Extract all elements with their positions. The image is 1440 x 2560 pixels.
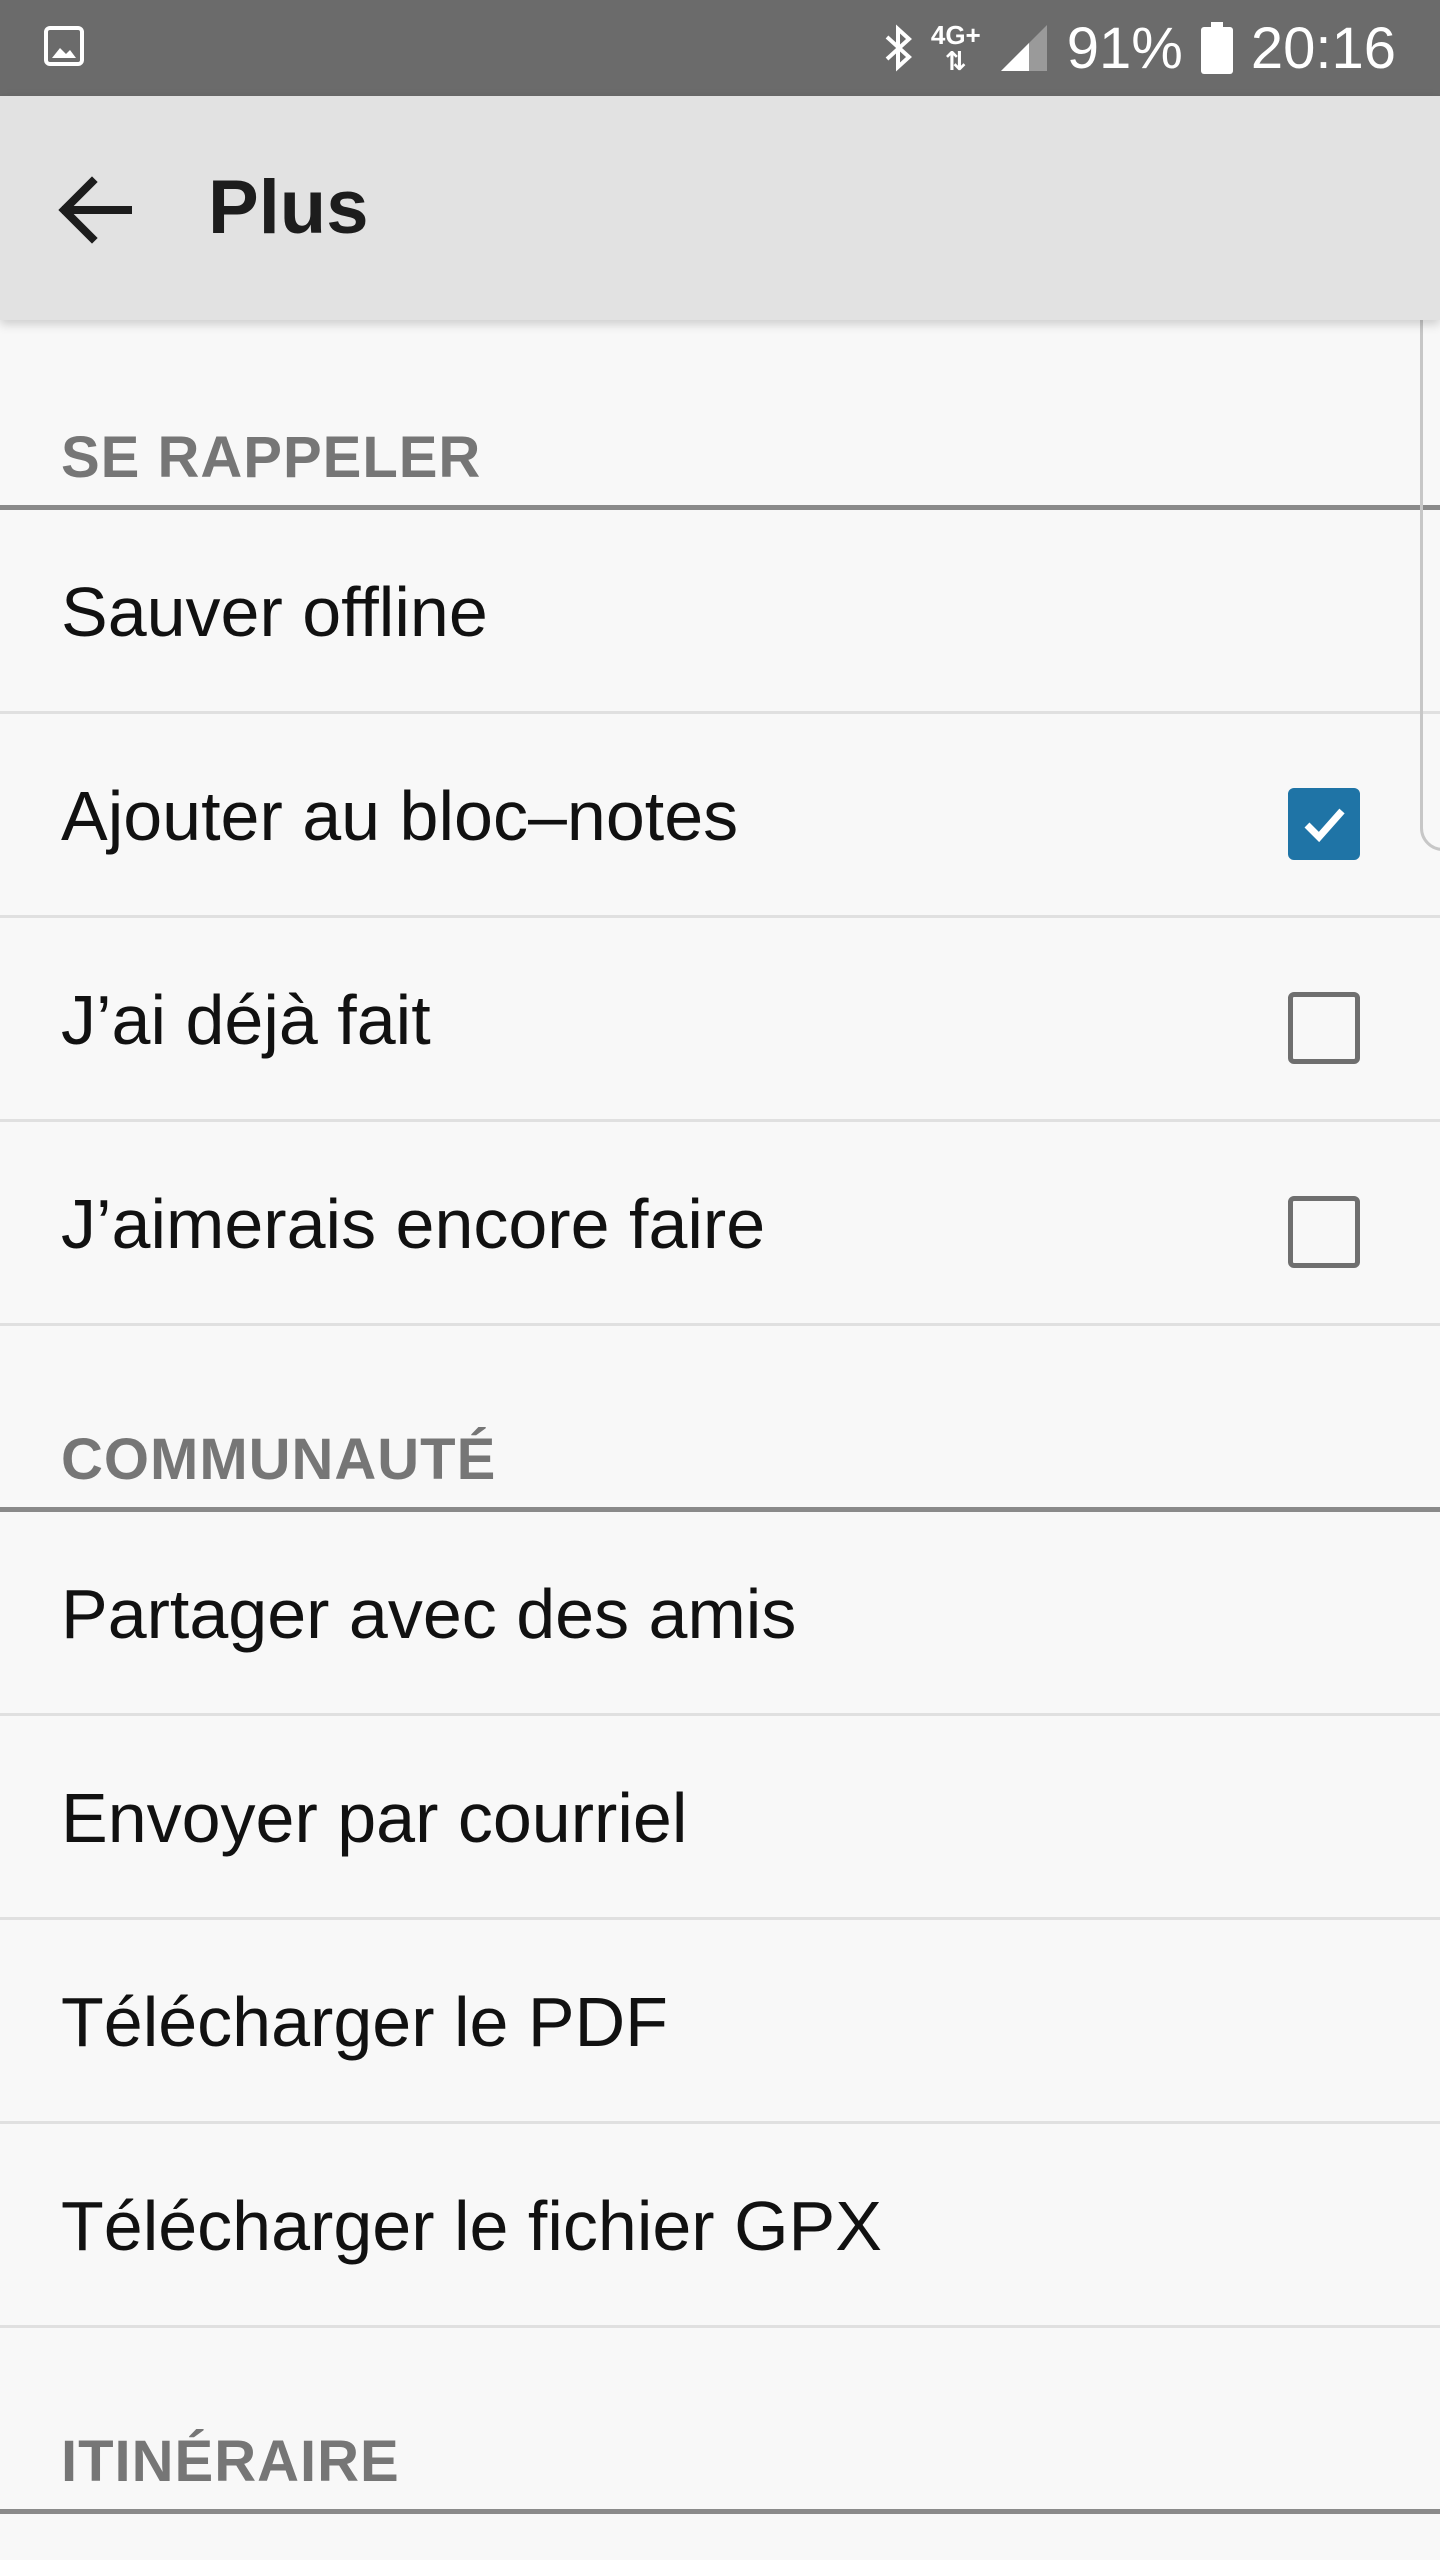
list-item-label: J’ai déjà fait [61,981,431,1059]
settings-list: SE RAPPELER Sauver offline Ajouter au bl… [0,320,1440,2514]
battery-icon [1200,22,1233,74]
edge-panel-handle[interactable] [1420,255,1440,851]
list-item-label: J’aimerais encore faire [61,1185,766,1263]
battery-percent: 91% [1066,15,1183,81]
page-title: Plus [208,165,369,250]
download-gpx-item[interactable]: Télécharger le fichier GPX [0,2124,1440,2328]
clock: 20:16 [1250,15,1396,81]
would-like-to-do-item[interactable]: J’aimerais encore faire [0,1122,1440,1326]
download-pdf-item[interactable]: Télécharger le PDF [0,1920,1440,2124]
signal-icon [1000,25,1047,71]
add-to-notepad-item[interactable]: Ajouter au bloc–notes [0,714,1440,918]
section-header-community: COMMUNAUTÉ [0,1326,1440,1512]
section-header-route: ITINÉRAIRE [0,2328,1440,2514]
status-bar: 4G+ ⇅ 91% 20:16 [0,0,1440,96]
list-item-label: Envoyer par courriel [61,1779,688,1857]
already-done-item[interactable]: J’ai déjà fait [0,918,1440,1122]
list-item-label: Partager avec des amis [61,1575,797,1653]
add-to-notepad-checkbox[interactable] [1288,788,1360,860]
list-item-label: Télécharger le fichier GPX [61,2187,882,2265]
arrow-back-icon[interactable] [48,162,144,258]
already-done-checkbox[interactable] [1288,992,1360,1064]
list-item-label: Ajouter au bloc–notes [61,777,739,855]
would-like-to-do-checkbox[interactable] [1288,1196,1360,1268]
gallery-icon [44,26,84,66]
network-4g-icon: 4G+ ⇅ [930,20,981,76]
section-header-remember: SE RAPPELER [0,320,1440,510]
network-type: 4G+ [930,20,981,50]
checkmark-icon [1304,808,1345,843]
bluetooth-icon [885,24,912,72]
send-by-email-item[interactable]: Envoyer par courriel [0,1716,1440,1920]
share-with-friends-item[interactable]: Partager avec des amis [0,1512,1440,1716]
save-offline-item[interactable]: Sauver offline [0,510,1440,714]
list-item-label: Télécharger le PDF [61,1983,668,2061]
list-item-label: Sauver offline [61,573,488,651]
status-icons: 4G+ ⇅ 91% 20:16 [865,0,1396,96]
app-bar: Plus [0,96,1440,320]
